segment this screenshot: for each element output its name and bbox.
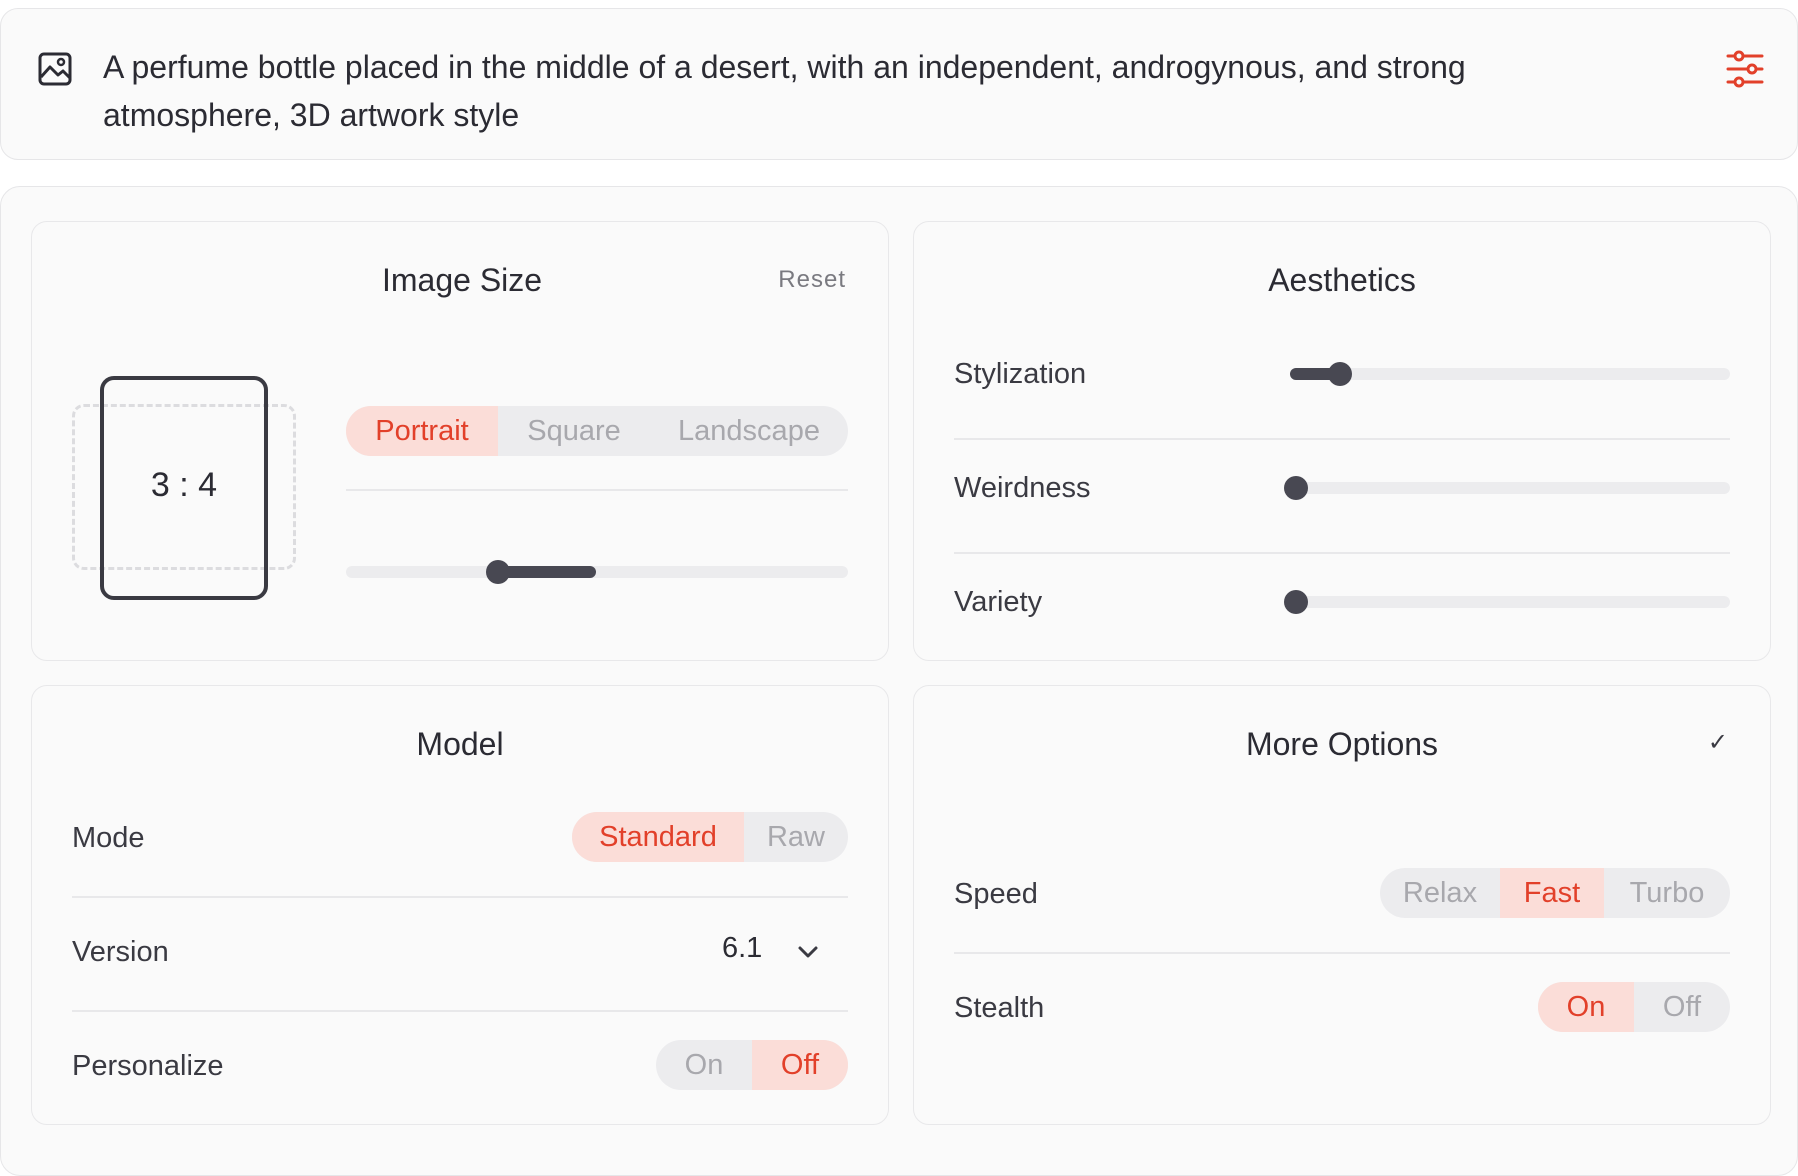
orientation-segmented: Portrait Square Landscape <box>346 406 848 456</box>
orientation-square[interactable]: Square <box>498 406 650 456</box>
speed-relax[interactable]: Relax <box>1380 868 1500 918</box>
model-title: Model <box>416 726 504 762</box>
mode-label: Mode <box>72 822 145 854</box>
speed-turbo[interactable]: Turbo <box>1604 868 1730 918</box>
prompt-text[interactable]: A perfume bottle placed in the middle of… <box>103 43 1583 139</box>
weirdness-handle[interactable] <box>1284 476 1308 500</box>
model-divider-2 <box>72 1010 848 1012</box>
settings-sliders-icon[interactable] <box>1725 49 1765 89</box>
ratio-preview: 3 : 4 <box>72 376 302 600</box>
prompt-line-1: A perfume bottle placed in the middle of… <box>103 49 1466 85</box>
weirdness-label: Weirdness <box>954 472 1091 504</box>
aesthetics-card: Aesthetics Stylization Weirdness Variety <box>913 221 1771 661</box>
stylization-label: Stylization <box>954 358 1087 390</box>
aspect-ratio-track[interactable] <box>346 566 848 578</box>
stylization-track[interactable] <box>1290 368 1730 380</box>
chevron-down-icon <box>798 946 818 958</box>
image-size-divider <box>346 489 848 491</box>
mode-segmented: Standard Raw <box>572 812 848 862</box>
stylization-handle[interactable] <box>1328 362 1352 386</box>
more-options-card: More Options ✓ Speed Relax Fast Turbo St… <box>913 685 1771 1125</box>
orientation-landscape[interactable]: Landscape <box>650 406 848 456</box>
speed-segmented: Relax Fast Turbo <box>1380 868 1730 918</box>
personalize-on[interactable]: On <box>656 1040 752 1090</box>
orientation-portrait[interactable]: Portrait <box>346 406 498 456</box>
variety-track[interactable] <box>1290 596 1730 608</box>
variety-label: Variety <box>954 586 1043 618</box>
prompt-line-2: atmosphere, 3D artwork style <box>103 97 520 133</box>
prompt-bar: A perfume bottle placed in the middle of… <box>0 8 1798 160</box>
variety-handle[interactable] <box>1284 590 1308 614</box>
image-icon <box>38 52 72 86</box>
stealth-toggle: On Off <box>1538 982 1730 1032</box>
more-options-title: More Options <box>1245 726 1439 762</box>
weirdness-track[interactable] <box>1290 482 1730 494</box>
version-value: 6.1 <box>722 932 763 964</box>
more-options-divider <box>954 952 1730 954</box>
personalize-off[interactable]: Off <box>752 1040 848 1090</box>
settings-panel: Image Size Reset 3 : 4 Portrait Square L… <box>0 186 1798 1176</box>
image-size-title: Image Size <box>382 262 543 298</box>
model-card: Model Mode Standard Raw Version 6.1 Pers… <box>31 685 889 1125</box>
aspect-ratio-fill <box>498 566 596 578</box>
aesthetics-title: Aesthetics <box>1268 262 1416 298</box>
personalize-toggle: On Off <box>656 1040 848 1090</box>
aspect-ratio-handle[interactable] <box>486 560 510 584</box>
image-size-card: Image Size Reset 3 : 4 Portrait Square L… <box>31 221 889 661</box>
mode-raw[interactable]: Raw <box>744 812 848 862</box>
stealth-on[interactable]: On <box>1538 982 1634 1032</box>
model-divider-1 <box>72 896 848 898</box>
version-select[interactable]: 6.1 <box>722 932 848 968</box>
stealth-off[interactable]: Off <box>1634 982 1730 1032</box>
mode-standard[interactable]: Standard <box>572 812 744 862</box>
check-icon[interactable]: ✓ <box>1708 728 1728 757</box>
aesthetics-divider-2 <box>954 552 1730 554</box>
version-label: Version <box>72 936 169 968</box>
stealth-label: Stealth <box>954 992 1045 1024</box>
ratio-label: 3 : 4 <box>150 466 218 504</box>
aesthetics-divider-1 <box>954 438 1730 440</box>
speed-label: Speed <box>954 878 1038 910</box>
reset-button[interactable]: Reset <box>778 266 846 294</box>
personalize-label: Personalize <box>72 1050 224 1082</box>
speed-fast[interactable]: Fast <box>1500 868 1604 918</box>
